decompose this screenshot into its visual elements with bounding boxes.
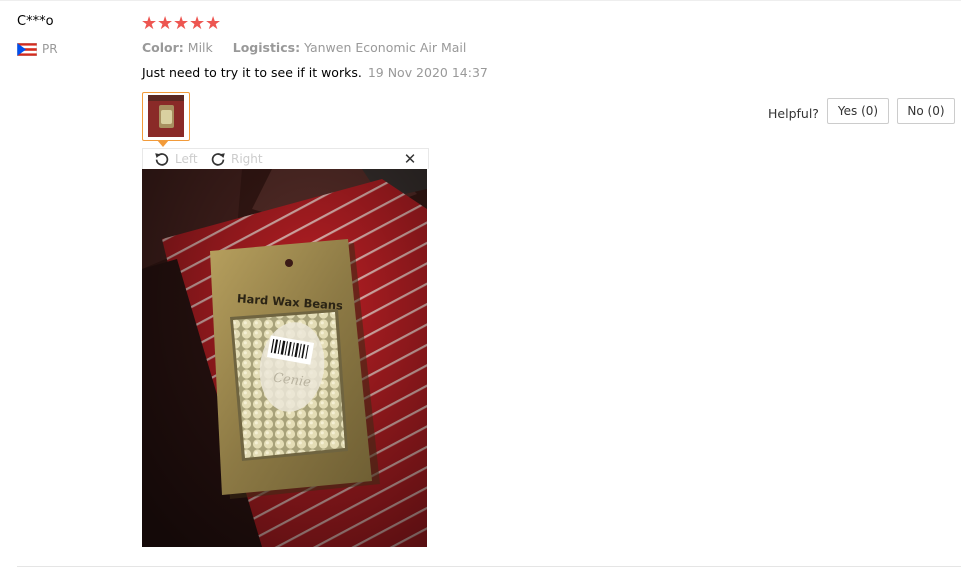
photo-viewer-toolbar: Left Right ✕ [142,148,429,169]
rotate-left-label: Left [175,152,198,166]
rotate-right-icon [211,153,225,166]
reviewer-country: PR [17,42,58,56]
rotate-left-icon [155,153,169,166]
star-icon: ★ [189,13,206,34]
reviewer-name: C***o [17,14,54,29]
thumbnail-image [148,95,184,137]
helpful-label: Helpful? [768,106,819,121]
logistics-label: Logistics: [232,40,301,55]
helpful-yes-button[interactable]: Yes (0) [827,98,889,124]
review-text: Just need to try it to see if it works. [142,65,362,80]
rotate-right-label: Right [231,152,263,166]
review-date: 19 Nov 2020 14:37 [367,65,488,80]
close-viewer-button[interactable]: ✕ [401,150,419,168]
rotate-right-button[interactable]: Right [210,149,263,169]
color-value: Milk [187,40,213,55]
bottom-divider [17,566,961,567]
review-content: Just need to try it to see if it works. 1… [142,65,488,80]
puerto-rico-flag-icon [17,42,37,56]
star-rating: ★ ★ ★ ★ ★ [141,13,221,35]
color-label: Color: [142,40,184,55]
star-icon: ★ [157,13,174,34]
review-photo-large[interactable]: Hard Wax Beans Cenie [142,169,427,547]
helpful-no-button[interactable]: No (0) [897,98,955,124]
review-photo-thumbnail[interactable] [142,92,190,141]
star-icon: ★ [173,13,190,34]
review-photo-image: Hard Wax Beans Cenie [142,169,427,547]
top-divider [0,0,961,1]
close-icon: ✕ [403,150,417,168]
thumbnail-pointer [157,140,169,147]
country-code: PR [42,42,58,56]
order-info: Color: Milk Logistics: Yanwen Economic A… [142,40,466,55]
logistics-value: Yanwen Economic Air Mail [304,40,467,55]
star-icon: ★ [141,13,158,34]
star-icon: ★ [205,13,222,34]
rotate-left-button[interactable]: Left [154,149,198,169]
